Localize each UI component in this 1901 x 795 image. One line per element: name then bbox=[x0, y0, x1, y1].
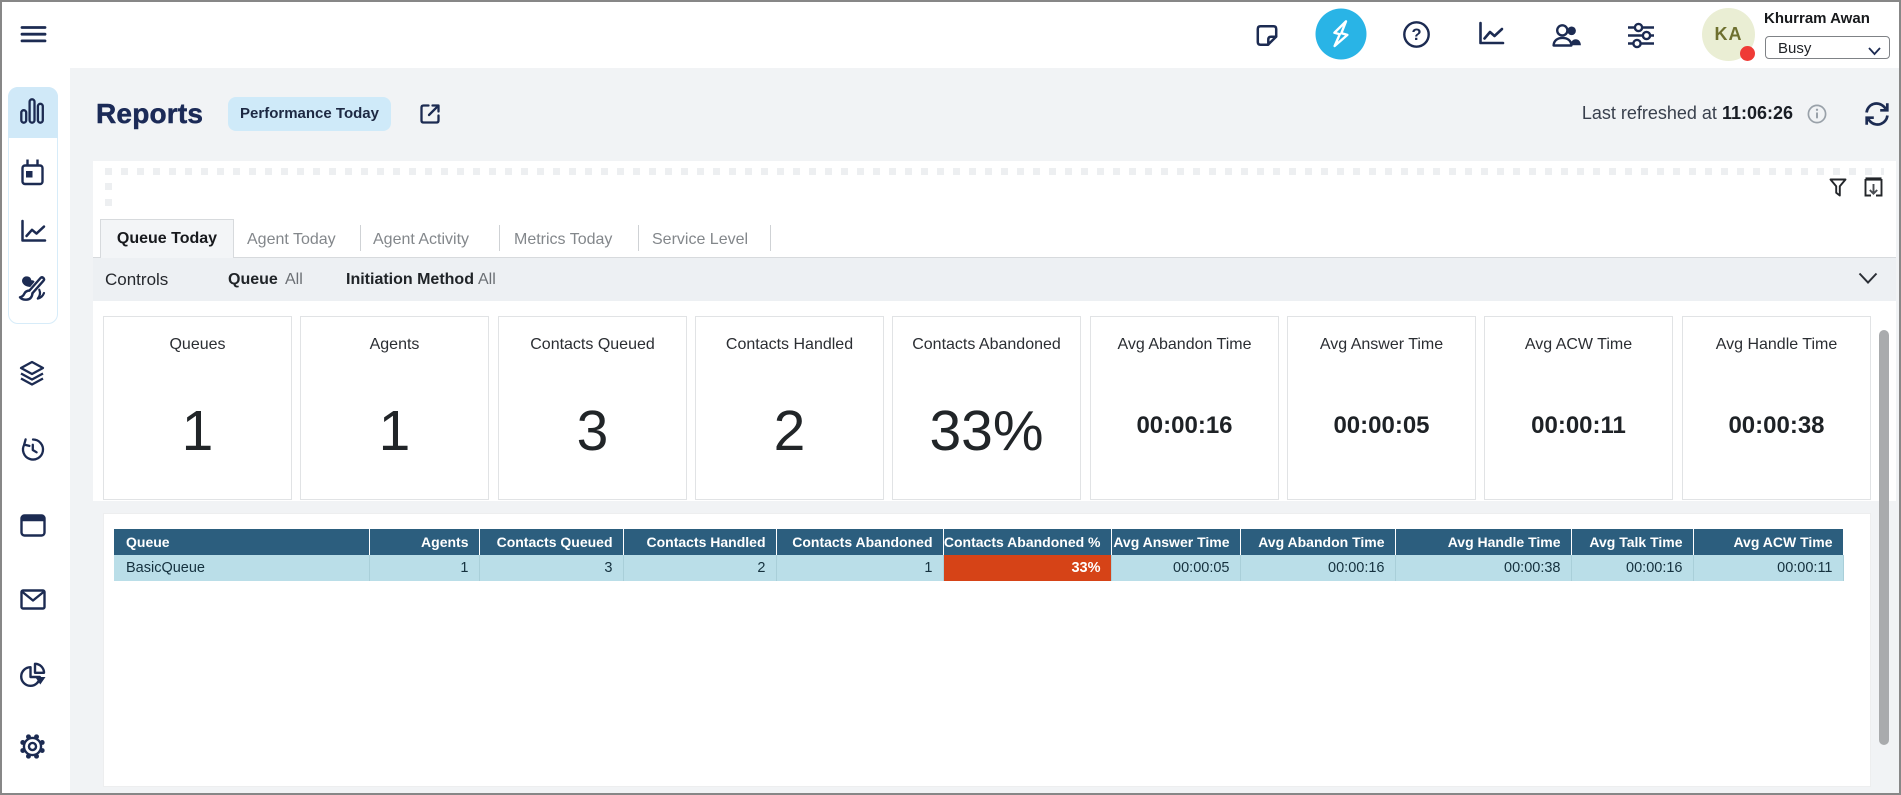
svg-text:?: ? bbox=[1411, 26, 1421, 44]
